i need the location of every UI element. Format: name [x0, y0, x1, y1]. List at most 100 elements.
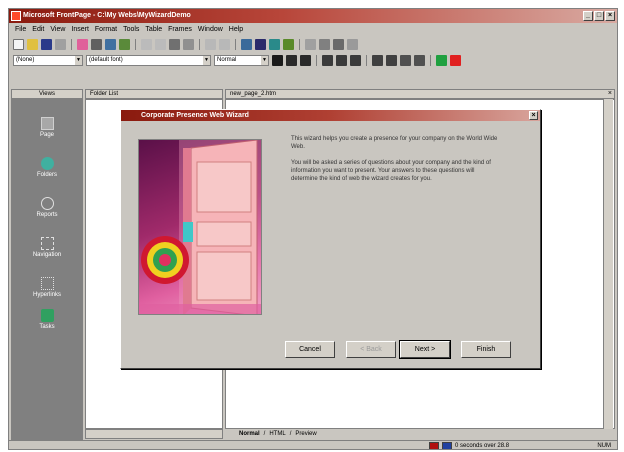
menu-file[interactable]: File	[15, 24, 26, 36]
navigation-icon	[40, 237, 54, 250]
menu-format[interactable]: Format	[95, 24, 117, 36]
menu-bar: File Edit View Insert Format Tools Table…	[9, 24, 617, 36]
publish-icon[interactable]	[55, 38, 66, 50]
page-tab-header: new_page_2.htm ×	[225, 89, 615, 99]
view-tasks[interactable]: Tasks	[11, 309, 83, 330]
menu-view[interactable]: View	[50, 24, 65, 36]
toolbar-separator	[235, 38, 236, 50]
view-navigation-label: Navigation	[32, 252, 62, 258]
paste-icon[interactable]	[169, 38, 180, 50]
num-lock-indicator: NUM	[597, 443, 611, 449]
chevron-down-icon[interactable]: ▼	[203, 55, 210, 65]
spelling-icon[interactable]	[119, 38, 130, 50]
wizard-title: Corporate Presence Web Wizard	[141, 112, 249, 119]
insert-table-icon[interactable]	[255, 38, 266, 50]
view-hyperlinks[interactable]: Hyperlinks	[11, 277, 83, 298]
underline-icon[interactable]	[300, 54, 311, 66]
wizard-title-bar: Corporate Presence Web Wizard ×	[121, 110, 540, 121]
italic-icon[interactable]	[286, 54, 297, 66]
increase-indent-icon[interactable]	[414, 54, 425, 66]
show-all-icon[interactable]	[333, 38, 344, 50]
menu-table[interactable]: Table	[145, 24, 162, 36]
menu-edit[interactable]: Edit	[32, 24, 44, 36]
menu-tools[interactable]: Tools	[123, 24, 139, 36]
insert-picture-icon[interactable]	[269, 38, 280, 50]
view-folders-label: Folders	[36, 172, 57, 178]
redo-icon[interactable]	[219, 38, 230, 50]
help-icon[interactable]	[347, 38, 358, 50]
tab-normal[interactable]: Normal	[239, 431, 260, 437]
font-size-select[interactable]: Normal ▼	[214, 54, 269, 66]
maximize-button[interactable]: □	[594, 11, 604, 21]
undo-icon[interactable]	[205, 38, 216, 50]
bullets-icon[interactable]	[386, 54, 397, 66]
refresh-icon[interactable]	[305, 38, 316, 50]
view-folders[interactable]: Folders	[11, 157, 83, 178]
align-right-icon[interactable]	[350, 54, 361, 66]
view-navigation[interactable]: Navigation	[11, 237, 83, 258]
style-value: (None)	[16, 56, 35, 63]
close-window-button[interactable]: ×	[605, 11, 615, 21]
view-reports[interactable]: Reports	[11, 197, 83, 218]
toolbar-separator	[316, 54, 317, 66]
close-icon[interactable]: ×	[608, 90, 612, 98]
open-icon[interactable]	[27, 38, 38, 50]
stop-icon[interactable]	[319, 38, 330, 50]
numbering-icon[interactable]	[372, 54, 383, 66]
highlight-color-icon[interactable]	[436, 54, 447, 66]
align-left-icon[interactable]	[322, 54, 333, 66]
back-button[interactable]: < Back	[346, 341, 396, 358]
wizard-close-button[interactable]: ×	[529, 111, 538, 120]
cut-icon[interactable]	[141, 38, 152, 50]
style-select[interactable]: (None) ▼	[13, 54, 83, 66]
folder-list-scrollbar[interactable]	[85, 429, 223, 439]
font-color-icon[interactable]	[450, 54, 461, 66]
reports-icon	[40, 197, 54, 210]
toolbar-separator	[135, 38, 136, 50]
wizard-paragraph-1: This wizard helps you create a presence …	[291, 136, 498, 150]
next-button[interactable]: Next >	[399, 340, 451, 359]
tab-divider: /	[289, 431, 292, 437]
chevron-down-icon[interactable]: ▼	[261, 55, 268, 65]
folder-list-icon[interactable]	[77, 38, 88, 50]
save-icon[interactable]	[41, 38, 52, 50]
view-page[interactable]: Page	[11, 117, 83, 138]
toolbar-separator	[299, 38, 300, 50]
minimize-button[interactable]: _	[583, 11, 593, 21]
chevron-down-icon[interactable]: ▼	[75, 55, 82, 65]
insert-component-icon[interactable]	[241, 38, 252, 50]
views-bar-header: Views	[11, 89, 83, 99]
window-controls: _ □ ×	[583, 11, 615, 21]
font-select[interactable]: (default font) ▼	[86, 54, 211, 66]
frontpage-window: Microsoft FrontPage - C:\My Webs\MyWizar…	[8, 8, 618, 450]
wizard-description: This wizard helps you create a presence …	[291, 135, 501, 191]
menu-help[interactable]: Help	[229, 24, 243, 36]
wizard-door-illustration	[138, 139, 262, 315]
wizard-button-row: Cancel < Back Next > Finish	[121, 340, 540, 359]
tab-preview[interactable]: Preview	[295, 431, 316, 437]
corporate-presence-wizard-dialog: Corporate Presence Web Wizard × This wiz…	[120, 109, 541, 369]
folder-list-header: Folder List	[85, 89, 223, 99]
decrease-indent-icon[interactable]	[400, 54, 411, 66]
hyperlink-icon[interactable]	[283, 38, 294, 50]
open-door-icon	[139, 140, 261, 314]
frontpage-app-icon[interactable]	[11, 11, 21, 21]
new-page-icon[interactable]	[13, 38, 24, 50]
menu-window[interactable]: Window	[198, 24, 223, 36]
page-icon	[40, 117, 54, 130]
align-center-icon[interactable]	[336, 54, 347, 66]
print-icon[interactable]	[91, 38, 102, 50]
tab-divider: /	[263, 431, 266, 437]
menu-insert[interactable]: Insert	[71, 24, 89, 36]
page-vertical-scrollbar[interactable]	[603, 99, 613, 429]
cancel-button[interactable]: Cancel	[285, 341, 335, 358]
bold-icon[interactable]	[272, 54, 283, 66]
flag-icon	[429, 442, 439, 449]
tab-html[interactable]: HTML	[269, 431, 285, 437]
finish-button[interactable]: Finish	[461, 341, 511, 358]
preview-icon[interactable]	[105, 38, 116, 50]
menu-frames[interactable]: Frames	[168, 24, 192, 36]
wizard-paragraph-2: You will be asked a series of questions …	[291, 160, 491, 182]
format-painter-icon[interactable]	[183, 38, 194, 50]
copy-icon[interactable]	[155, 38, 166, 50]
